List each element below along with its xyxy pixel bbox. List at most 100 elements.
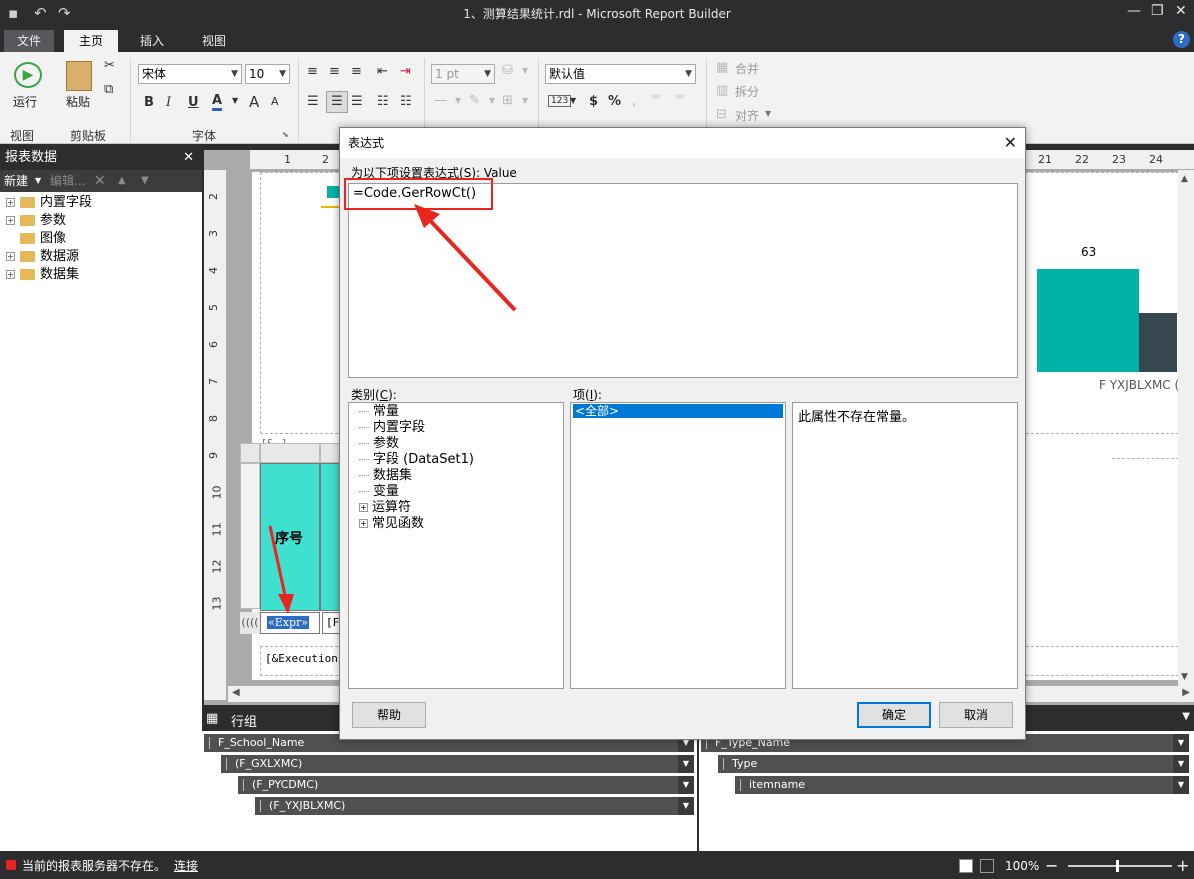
align-icon[interactable]: ⊟: [716, 107, 727, 122]
underline-button[interactable]: U: [188, 95, 199, 110]
split-icon[interactable]: ▥: [716, 83, 728, 98]
paste-button[interactable]: 粘贴: [66, 93, 90, 110]
copy-icon[interactable]: ⧉: [104, 82, 113, 97]
align-right-icon[interactable]: ☰: [351, 94, 363, 109]
placeholder-dropdown-icon[interactable]: ▼: [570, 96, 576, 105]
align-dropdown-icon[interactable]: ▼: [765, 109, 771, 118]
bold-button[interactable]: B: [144, 95, 154, 110]
currency-button[interactable]: $: [589, 94, 598, 109]
ok-button[interactable]: 确定: [857, 702, 931, 728]
shrink-font-button[interactable]: A: [271, 95, 279, 108]
category-item[interactable]: 常量: [359, 404, 399, 420]
scroll-up-icon[interactable]: ▲: [1181, 174, 1188, 184]
expand-icon[interactable]: +: [6, 252, 15, 261]
item-list-entry[interactable]: <全部>: [573, 404, 783, 418]
font-color-button[interactable]: A: [212, 93, 223, 111]
border-style-dropdown-icon[interactable]: ▼: [455, 96, 461, 105]
border-style-icon[interactable]: —: [434, 93, 447, 108]
border-color-dropdown-icon[interactable]: ▼: [489, 96, 495, 105]
group-dropdown-icon[interactable]: ▼: [1173, 734, 1189, 752]
zoom-slider-thumb[interactable]: [1116, 860, 1119, 872]
category-tree[interactable]: 常量 内置字段 参数 字段 (DataSet1) 数据集 变量 + 运算符 + 常见函数: [348, 402, 564, 689]
cut-icon[interactable]: ✂: [104, 58, 115, 73]
expand-icon[interactable]: +: [6, 216, 15, 225]
help-button[interactable]: 帮助: [352, 702, 426, 728]
category-item[interactable]: 内置字段: [359, 420, 425, 436]
number-format-select[interactable]: 默认值 ▼: [545, 64, 696, 84]
border-dropdown-icon[interactable]: ▼: [522, 96, 528, 105]
restore-button[interactable]: ❐: [1151, 3, 1164, 19]
delete-icon[interactable]: ✕: [94, 170, 106, 192]
font-family-select[interactable]: 宋体 ▼: [138, 64, 242, 84]
border-icon[interactable]: ⊞: [502, 93, 513, 108]
row-group-item[interactable]: (F_PYCDMC) ▼: [238, 776, 694, 794]
category-item[interactable]: 变量: [359, 484, 399, 500]
zoom-out-icon[interactable]: −: [1045, 853, 1058, 879]
new-button[interactable]: 新建: [4, 170, 28, 192]
font-dialog-launcher-icon[interactable]: ⬊: [282, 130, 289, 139]
scroll-right-icon[interactable]: ▶: [1182, 687, 1190, 698]
split-button[interactable]: 拆分: [735, 83, 759, 100]
increase-indent-icon[interactable]: ⇥: [400, 64, 411, 79]
bullet-list-icon[interactable]: ☷: [377, 94, 389, 109]
zoom-in-icon[interactable]: +: [1176, 853, 1189, 879]
group-dropdown-icon[interactable]: ▼: [678, 776, 694, 794]
tab-file[interactable]: 文件: [4, 30, 54, 52]
align-bottom-icon[interactable]: ≡: [351, 64, 362, 79]
italic-button[interactable]: I: [166, 95, 171, 110]
percent-button[interactable]: %: [608, 94, 621, 109]
item-list[interactable]: <全部>: [570, 402, 786, 689]
category-item[interactable]: 参数: [359, 436, 399, 452]
tab-insert[interactable]: 插入: [126, 30, 178, 52]
run-icon[interactable]: ▶: [14, 62, 42, 88]
tablix-column-handle[interactable]: [260, 443, 320, 463]
row-group-item[interactable]: (F_GXLXMC) ▼: [221, 755, 694, 773]
group-dropdown-icon[interactable]: ▼: [678, 755, 694, 773]
run-button[interactable]: 运行: [13, 93, 37, 110]
close-button[interactable]: ✕: [1175, 3, 1187, 19]
align-top-icon[interactable]: ≡: [307, 64, 318, 79]
tab-home[interactable]: 主页: [64, 30, 118, 52]
tree-item[interactable]: + 参数: [6, 212, 66, 230]
paste-icon[interactable]: [66, 61, 92, 91]
expand-icon[interactable]: +: [359, 519, 368, 528]
increase-decimal-icon[interactable]: ⁰⁰: [652, 94, 660, 105]
tablix-row-handles[interactable]: [240, 463, 260, 609]
help-icon[interactable]: ?: [1173, 31, 1190, 48]
fill-color-dropdown-icon[interactable]: ▼: [522, 66, 528, 75]
numbered-list-icon[interactable]: ☷: [400, 94, 412, 109]
connect-link[interactable]: 连接: [174, 853, 198, 879]
new-dropdown-icon[interactable]: ▼: [35, 170, 41, 192]
align-button[interactable]: 对齐: [735, 107, 759, 124]
merge-icon[interactable]: ▦: [716, 60, 728, 75]
column-group-item[interactable]: itemname ▼: [735, 776, 1189, 794]
tab-view[interactable]: 视图: [188, 30, 240, 52]
tablix-corner-handle[interactable]: [240, 443, 260, 463]
column-group-item[interactable]: Type ▼: [718, 755, 1189, 773]
category-item[interactable]: + 常见函数: [359, 516, 424, 532]
minimize-button[interactable]: —: [1127, 3, 1141, 19]
group-dropdown-icon[interactable]: ▼: [678, 797, 694, 815]
edit-button[interactable]: 编辑...: [50, 170, 85, 192]
category-item[interactable]: 字段 (DataSet1): [359, 452, 474, 468]
scroll-left-icon[interactable]: ◀: [232, 687, 240, 698]
row-group-item[interactable]: (F_YXJBLXMC) ▼: [255, 797, 694, 815]
decrease-decimal-icon[interactable]: ⁰⁰: [676, 94, 684, 105]
move-up-icon[interactable]: ▲: [118, 170, 126, 192]
vertical-scrollbar[interactable]: ▲ ▼: [1178, 170, 1194, 686]
move-down-icon[interactable]: ▼: [141, 170, 149, 192]
border-width-select[interactable]: 1 pt ▼: [431, 64, 495, 84]
expand-icon[interactable]: +: [359, 503, 368, 512]
category-item[interactable]: + 运算符: [359, 500, 411, 516]
expand-icon[interactable]: +: [6, 270, 15, 279]
align-left-icon[interactable]: ☰: [307, 94, 319, 109]
close-icon[interactable]: ✕: [183, 146, 194, 170]
chart-bar[interactable]: [1139, 313, 1177, 372]
group-dropdown-icon[interactable]: ▼: [1173, 755, 1189, 773]
design-view-icon[interactable]: [959, 859, 973, 873]
grow-font-button[interactable]: A: [249, 93, 259, 111]
align-center-icon[interactable]: ☰: [326, 91, 348, 113]
font-color-dropdown-icon[interactable]: ▼: [232, 96, 238, 105]
row-group-handle[interactable]: ((((: [240, 612, 260, 634]
grouping-dropdown-icon[interactable]: ▼: [1182, 711, 1190, 722]
